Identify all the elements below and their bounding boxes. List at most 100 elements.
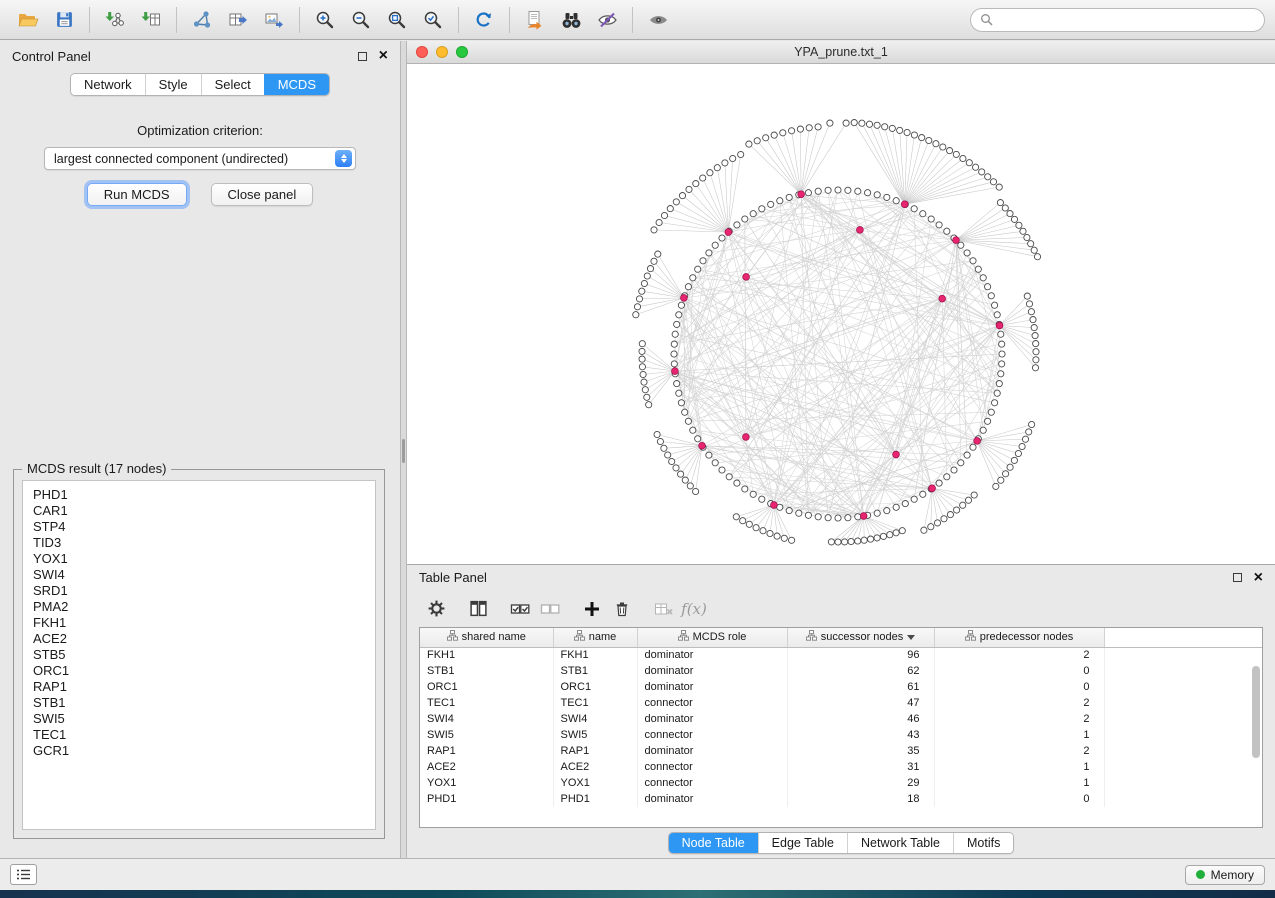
table-panel-tab-edge-table[interactable]: Edge Table <box>758 833 847 853</box>
delete-table-button-disabled[interactable] <box>649 595 679 623</box>
table-row[interactable]: FKH1FKH1dominator962 <box>420 647 1262 663</box>
column-header-successor-nodes[interactable]: successor nodes <box>787 628 934 647</box>
mcds-result-item[interactable]: SWI4 <box>23 567 375 583</box>
close-panel-button[interactable]: × <box>379 48 388 64</box>
memory-button[interactable]: Memory <box>1185 865 1265 885</box>
table-panel-tab-motifs[interactable]: Motifs <box>953 833 1013 853</box>
add-column-button[interactable] <box>577 595 607 623</box>
column-header-shared-name[interactable]: shared name <box>420 628 553 647</box>
float-table-panel-button[interactable] <box>1233 573 1242 582</box>
open-file-button[interactable] <box>10 4 46 36</box>
import-network-button[interactable] <box>97 4 133 36</box>
panel-splitter[interactable] <box>400 41 407 858</box>
mcds-result-item[interactable]: TID3 <box>23 535 375 551</box>
column-header-MCDS-role[interactable]: MCDS role <box>637 628 787 647</box>
table-row[interactable]: SWI4SWI4dominator462 <box>420 711 1262 727</box>
table-row[interactable]: PHD1PHD1dominator180 <box>420 791 1262 807</box>
maximize-window-button[interactable] <box>456 46 468 58</box>
table-panel-tab-network-table[interactable]: Network Table <box>847 833 953 853</box>
zoom-selected-button[interactable] <box>415 4 451 36</box>
select-all-columns-button[interactable] <box>505 595 535 623</box>
mcds-result-item[interactable]: PMA2 <box>23 599 375 615</box>
network-graph[interactable] <box>407 64 1273 564</box>
mcds-result-item[interactable]: FKH1 <box>23 615 375 631</box>
toggle-details-button[interactable] <box>589 4 625 36</box>
control-panel-tab-mcds[interactable]: MCDS <box>264 74 329 95</box>
float-panel-button[interactable] <box>358 52 367 61</box>
export-table-button[interactable] <box>220 4 256 36</box>
search-input[interactable] <box>999 10 1255 30</box>
column-header-name[interactable]: name <box>553 628 637 647</box>
refresh-button[interactable] <box>466 4 502 36</box>
ui-settings-button[interactable] <box>10 864 37 885</box>
table-settings-button[interactable] <box>421 595 451 623</box>
mcds-result-item[interactable]: GCR1 <box>23 743 375 759</box>
run-mcds-button[interactable]: Run MCDS <box>87 183 187 206</box>
column-type-icon <box>965 630 976 644</box>
network-canvas[interactable] <box>407 64 1275 564</box>
unselect-all-columns-button[interactable] <box>535 595 565 623</box>
table-scrollbar[interactable] <box>1252 666 1260 758</box>
mcds-result-item[interactable]: SWI5 <box>23 711 375 727</box>
new-network-button[interactable] <box>184 4 220 36</box>
node-table: shared namenameMCDS rolesuccessor nodesp… <box>420 628 1262 807</box>
mcds-result-item[interactable]: CAR1 <box>23 503 375 519</box>
show-columns-button[interactable] <box>463 595 493 623</box>
checked-boxes-icon <box>510 600 530 618</box>
export-image-icon <box>264 10 284 30</box>
mcds-result-item[interactable]: STP4 <box>23 519 375 535</box>
control-panel-tab-style[interactable]: Style <box>145 74 201 95</box>
mcds-result-item[interactable]: SRD1 <box>23 583 375 599</box>
delete-column-button[interactable] <box>607 595 637 623</box>
table-row[interactable]: TEC1TEC1connector472 <box>420 695 1262 711</box>
minimize-window-button[interactable] <box>436 46 448 58</box>
zoom-fit-button[interactable] <box>379 4 415 36</box>
zoom-in-button[interactable] <box>307 4 343 36</box>
zoom-selected-icon <box>423 10 443 30</box>
table-row[interactable]: ACE2ACE2connector311 <box>420 759 1262 775</box>
mcds-result-list[interactable]: PHD1CAR1STP4TID3YOX1SWI4SRD1PMA2FKH1ACE2… <box>22 480 376 830</box>
control-panel-tab-network[interactable]: Network <box>71 74 145 95</box>
toolbar-separator <box>458 7 459 33</box>
main-toolbar <box>0 0 1275 40</box>
plus-icon <box>583 600 601 618</box>
floppy-disk-icon <box>55 10 74 29</box>
close-panel-action-button[interactable]: Close panel <box>211 183 314 206</box>
table-row[interactable]: YOX1YOX1connector291 <box>420 775 1262 791</box>
export-image-button[interactable] <box>256 4 292 36</box>
new-network-icon <box>192 10 212 30</box>
control-panel-tab-select[interactable]: Select <box>201 74 264 95</box>
mcds-result-item[interactable]: STB5 <box>23 647 375 663</box>
mcds-result-item[interactable]: TEC1 <box>23 727 375 743</box>
import-table-icon <box>141 10 161 30</box>
node-table-body: FKH1FKH1dominator962STB1STB1dominator620… <box>420 647 1262 807</box>
mcds-result-item[interactable]: ORC1 <box>23 663 375 679</box>
zoom-fit-icon <box>387 10 407 30</box>
show-details-button[interactable] <box>640 4 676 36</box>
mcds-result-item[interactable]: STB1 <box>23 695 375 711</box>
search-box[interactable] <box>970 8 1265 32</box>
mcds-result-item[interactable]: ACE2 <box>23 631 375 647</box>
eye-slash-icon <box>597 11 618 29</box>
table-row[interactable]: SWI5SWI5connector431 <box>420 727 1262 743</box>
export-table-icon <box>228 10 248 30</box>
mcds-result-item[interactable]: YOX1 <box>23 551 375 567</box>
optimization-criterion-dropdown[interactable]: largest connected component (undirected) <box>44 147 356 170</box>
save-session-button[interactable] <box>46 4 82 36</box>
function-builder-button-disabled[interactable]: f(x) <box>679 595 709 623</box>
column-header-predecessor-nodes[interactable]: predecessor nodes <box>934 628 1104 647</box>
mcds-result-item[interactable]: PHD1 <box>23 487 375 503</box>
import-table-button[interactable] <box>133 4 169 36</box>
table-row[interactable]: RAP1RAP1dominator352 <box>420 743 1262 759</box>
unchecked-boxes-icon <box>540 600 560 618</box>
table-row[interactable]: STB1STB1dominator620 <box>420 663 1262 679</box>
find-button[interactable] <box>553 4 589 36</box>
sort-chevron-icon <box>907 635 915 640</box>
table-row[interactable]: ORC1ORC1dominator610 <box>420 679 1262 695</box>
mcds-result-item[interactable]: RAP1 <box>23 679 375 695</box>
table-panel-tab-node-table[interactable]: Node Table <box>669 833 758 853</box>
zoom-out-button[interactable] <box>343 4 379 36</box>
close-table-panel-button[interactable]: × <box>1254 570 1263 586</box>
share-document-button[interactable] <box>517 4 553 36</box>
close-window-button[interactable] <box>416 46 428 58</box>
